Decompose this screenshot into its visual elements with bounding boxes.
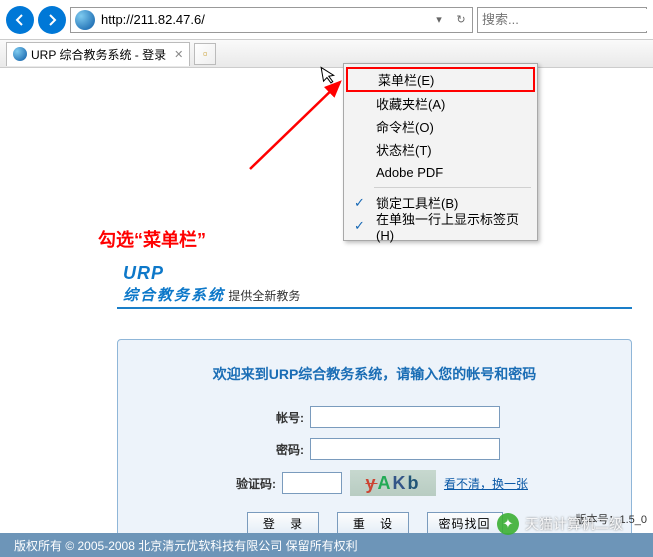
menu-item-favorites[interactable]: 收藏夹栏(A) xyxy=(346,92,535,115)
new-tab-button[interactable]: ▫ xyxy=(194,43,216,65)
password-recover-button[interactable]: 密码找回 xyxy=(427,512,503,534)
divider xyxy=(117,307,632,309)
tab-title: URP 综合教务系统 - 登录 xyxy=(31,46,166,63)
annotation-text: 勾选“菜单栏” xyxy=(98,226,206,252)
row-captcha: 验证码: yAKb 看不清，换一张 xyxy=(148,470,601,496)
label-password: 密码: xyxy=(249,441,304,458)
username-input[interactable] xyxy=(310,406,500,428)
urp-tagline: 提供全新教务 xyxy=(228,289,300,303)
row-password: 密码: xyxy=(148,438,601,460)
refresh-icon[interactable]: ↻ xyxy=(450,13,472,26)
search-bar xyxy=(477,7,647,33)
close-icon[interactable]: ✕ xyxy=(174,48,183,61)
captcha-image: yAKb xyxy=(350,470,436,496)
ie-icon xyxy=(75,10,95,30)
footer-copyright: 版权所有 © 2005-2008 北京清元优软科技有限公司 保留所有权利 xyxy=(0,533,653,557)
check-icon: ✓ xyxy=(354,218,365,234)
menu-item-adobe[interactable]: Adobe PDF xyxy=(346,161,535,184)
label-captcha: 验证码: xyxy=(221,475,276,492)
row-username: 帐号: xyxy=(148,406,601,428)
menu-item-menubar[interactable]: 菜单栏(E) xyxy=(346,67,535,92)
url-input[interactable] xyxy=(99,9,428,31)
watermark-text: 天猫计算机二级 xyxy=(525,514,623,534)
ie-icon xyxy=(13,47,27,61)
captcha-input[interactable] xyxy=(282,472,342,494)
menu-item-status[interactable]: 状态栏(T) xyxy=(346,138,535,161)
urp-container: URP 综合教务系统 提供全新教务 欢迎来到URP综合教务系统，请输入您的帐号和… xyxy=(117,263,632,553)
password-input[interactable] xyxy=(310,438,500,460)
browser-toolbar: ▾ ↻ xyxy=(0,0,653,40)
reset-button[interactable]: 重 设 xyxy=(337,512,409,534)
context-menu: 菜单栏(E) 收藏夹栏(A) 命令栏(O) 状态栏(T) Adobe PDF ✓… xyxy=(343,63,538,241)
watermark: ✦ 天猫计算机二级 xyxy=(497,513,623,535)
urp-title: URP xyxy=(123,263,164,283)
wechat-icon: ✦ xyxy=(497,513,519,535)
login-button[interactable]: 登 录 xyxy=(247,512,319,534)
captcha-refresh-link[interactable]: 看不清，换一张 xyxy=(444,475,528,492)
browser-tab[interactable]: URP 综合教务系统 - 登录 ✕ xyxy=(6,42,190,66)
forward-button[interactable] xyxy=(38,6,66,34)
label-username: 帐号: xyxy=(249,409,304,426)
back-button[interactable] xyxy=(6,6,34,34)
menu-item-tabs-row[interactable]: ✓在单独一行上显示标签页(H) xyxy=(346,214,535,237)
welcome-text: 欢迎来到URP综合教务系统，请输入您的帐号和密码 xyxy=(148,364,601,384)
page-content: 勾选“菜单栏” URP 综合教务系统 提供全新教务 欢迎来到URP综合教务系统，… xyxy=(0,68,653,557)
tab-bar: URP 综合教务系统 - 登录 ✕ ▫ xyxy=(0,40,653,68)
menu-separator xyxy=(374,187,531,188)
search-input[interactable] xyxy=(478,9,653,31)
urp-subtitle: 综合教务系统 xyxy=(123,287,225,304)
menu-item-command[interactable]: 命令栏(O) xyxy=(346,115,535,138)
urp-header: URP 综合教务系统 提供全新教务 xyxy=(117,263,632,305)
dropdown-icon[interactable]: ▾ xyxy=(428,13,450,26)
address-bar: ▾ ↻ xyxy=(70,7,473,33)
check-icon: ✓ xyxy=(354,195,365,211)
